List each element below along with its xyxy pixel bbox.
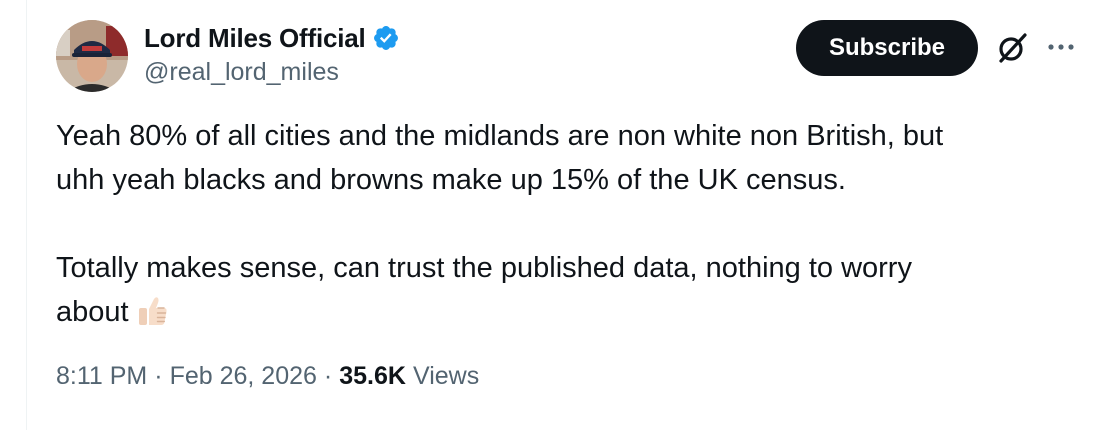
author-handle[interactable]: @real_lord_miles <box>144 58 339 87</box>
tweet-text-line: uhh yeah blacks and browns make up 15% o… <box>56 164 846 196</box>
views-label: Views <box>412 362 480 390</box>
tweet-meta: 8:11 PM · Feb 26, 2026 · 35.6K Views <box>56 362 479 391</box>
views-count[interactable]: 35.6K <box>339 362 406 391</box>
more-dots-icon[interactable] <box>1044 30 1078 64</box>
tweet-text-line: Totally makes sense, can trust the publi… <box>56 252 912 284</box>
meta-separator: · <box>323 362 333 390</box>
tweet-text-line: Yeah 80% of all cities and the midlands … <box>56 120 944 152</box>
avatar[interactable] <box>56 20 128 92</box>
tweet-text-fragment: about <box>56 296 129 328</box>
thumbs-up-emoji-icon <box>135 293 171 329</box>
grok-icon[interactable] <box>994 30 1030 66</box>
tweet-text-line-last: about <box>56 290 1066 334</box>
profile-photo-icon <box>56 20 128 92</box>
subscribe-button[interactable]: Subscribe <box>796 20 978 76</box>
tweet-text: Yeah 80% of all cities and the midlands … <box>56 114 1066 334</box>
tweet-time[interactable]: 8:11 PM <box>56 362 147 391</box>
tweet-card[interactable]: Lord Miles Official @real_lord_miles Sub… <box>0 0 1098 430</box>
tweet-date[interactable]: Feb 26, 2026 <box>170 362 317 391</box>
author-name-row: Lord Miles Official <box>144 22 400 54</box>
author-display-name[interactable]: Lord Miles Official <box>144 23 366 54</box>
meta-separator: · <box>154 362 163 390</box>
verified-badge-icon[interactable] <box>372 24 400 52</box>
